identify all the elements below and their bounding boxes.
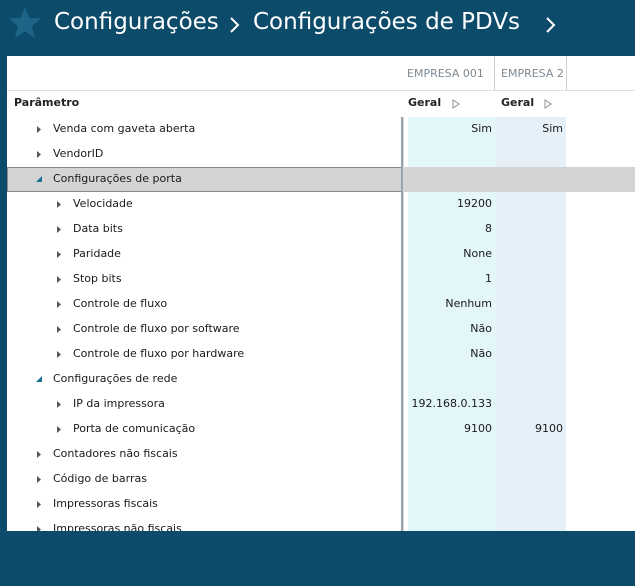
table-row[interactable]: Impressoras fiscais: [7, 492, 635, 517]
row-label: Controle de fluxo por software: [73, 322, 240, 335]
expanded-triangle-icon[interactable]: [35, 375, 43, 384]
parameter-column-header: Parâmetro: [14, 96, 80, 109]
table-row[interactable]: Stop bits 1: [7, 267, 635, 292]
cell-value-empresa-2[interactable]: 9100: [535, 422, 563, 435]
table-row[interactable]: Porta de comunicação 9100 9100: [7, 417, 635, 442]
row-label: Controle de fluxo: [73, 297, 168, 310]
cell-value-empresa-001[interactable]: 1: [485, 272, 492, 285]
column-divider-shadow: [403, 117, 404, 531]
table-row[interactable]: Controle de fluxo por software Não: [7, 317, 635, 342]
cell-value-empresa-001[interactable]: Sim: [471, 122, 492, 135]
table-row[interactable]: Configurações de rede: [7, 367, 635, 392]
table-row[interactable]: IP da impressora 192.168.0.133: [7, 392, 635, 417]
cell-value-empresa-001[interactable]: Não: [470, 347, 492, 360]
collapsed-triangle-icon[interactable]: [55, 250, 63, 259]
cell-value-empresa-001[interactable]: 8: [485, 222, 492, 235]
chevron-right-icon[interactable]: [544, 14, 558, 36]
row-label: Paridade: [73, 247, 121, 260]
breadcrumb-configuracoes[interactable]: Configurações: [54, 9, 219, 35]
row-label: Configurações de porta: [53, 172, 182, 185]
row-label: Contadores não fiscais: [53, 447, 178, 460]
expanded-triangle-icon[interactable]: [35, 175, 43, 184]
table-row[interactable]: Data bits 8: [7, 217, 635, 242]
row-label: VendorID: [53, 147, 104, 160]
cell-value-empresa-001[interactable]: 19200: [457, 197, 492, 210]
table-row[interactable]: VendorID: [7, 142, 635, 167]
grid-header-row: Parâmetro Geral Geral: [7, 90, 635, 117]
table-row[interactable]: Código de barras: [7, 467, 635, 492]
star-icon[interactable]: [8, 6, 42, 40]
table-row[interactable]: Velocidade 19200: [7, 192, 635, 217]
collapsed-triangle-icon[interactable]: [35, 500, 43, 509]
row-label: IP da impressora: [73, 397, 165, 410]
row-label: Controle de fluxo por hardware: [73, 347, 245, 360]
row-label: Impressoras não fiscais: [53, 522, 182, 531]
collapsed-triangle-icon[interactable]: [35, 450, 43, 459]
cell-value-empresa-2[interactable]: Sim: [542, 122, 563, 135]
table-row[interactable]: Controle de fluxo por hardware Não: [7, 342, 635, 367]
settings-grid: EMPRESA 001 EMPRESA 2 Parâmetro Geral Ge…: [7, 56, 635, 531]
collapsed-triangle-icon[interactable]: [35, 125, 43, 134]
row-label: Código de barras: [53, 472, 147, 485]
collapsed-triangle-icon[interactable]: [55, 350, 63, 359]
collapsed-triangle-icon[interactable]: [55, 225, 63, 234]
group-header-geral[interactable]: Geral: [408, 96, 441, 109]
row-label: Porta de comunicação: [73, 422, 196, 435]
column-header-empresa-2[interactable]: EMPRESA 2: [495, 56, 567, 90]
cell-value-empresa-001[interactable]: Não: [470, 322, 492, 335]
chevron-right-icon: [230, 17, 240, 33]
table-row[interactable]: Paridade None: [7, 242, 635, 267]
column-header-empresa-001[interactable]: EMPRESA 001: [401, 56, 495, 90]
page-title: Configurações de PDVs: [253, 9, 521, 35]
app-header: Configurações Configurações de PDVs: [0, 0, 635, 56]
table-row[interactable]: Controle de fluxo Nenhum: [7, 292, 635, 317]
table-row[interactable]: Impressoras não fiscais: [7, 517, 635, 531]
collapsed-triangle-icon[interactable]: [55, 300, 63, 309]
row-label: Venda com gaveta aberta: [53, 122, 196, 135]
collapsed-triangle-icon[interactable]: [55, 400, 63, 409]
collapsed-triangle-icon[interactable]: [55, 325, 63, 334]
row-label: Stop bits: [73, 272, 122, 285]
collapsed-triangle-icon[interactable]: [35, 475, 43, 484]
collapsed-triangle-icon[interactable]: [55, 200, 63, 209]
table-row[interactable]: Venda com gaveta aberta Sim Sim: [7, 117, 635, 142]
row-label: Data bits: [73, 222, 123, 235]
row-label: Impressoras fiscais: [53, 497, 158, 510]
cell-value-empresa-001[interactable]: None: [463, 247, 492, 260]
collapsed-triangle-icon[interactable]: [55, 425, 63, 434]
row-label: Configurações de rede: [53, 372, 178, 385]
cell-value-empresa-001[interactable]: 9100: [464, 422, 492, 435]
row-label: Velocidade: [73, 197, 133, 210]
collapsed-triangle-icon[interactable]: [35, 525, 43, 531]
expand-column-icon[interactable]: [544, 99, 552, 109]
table-row[interactable]: Configurações de porta: [7, 167, 635, 192]
table-row[interactable]: Contadores não fiscais: [7, 442, 635, 467]
expand-column-icon[interactable]: [452, 99, 460, 109]
collapsed-triangle-icon[interactable]: [35, 150, 43, 159]
group-header-geral[interactable]: Geral: [501, 96, 534, 109]
cell-value-empresa-001[interactable]: Nenhum: [445, 297, 492, 310]
collapsed-triangle-icon[interactable]: [55, 275, 63, 284]
cell-value-empresa-001[interactable]: 192.168.0.133: [412, 397, 492, 410]
